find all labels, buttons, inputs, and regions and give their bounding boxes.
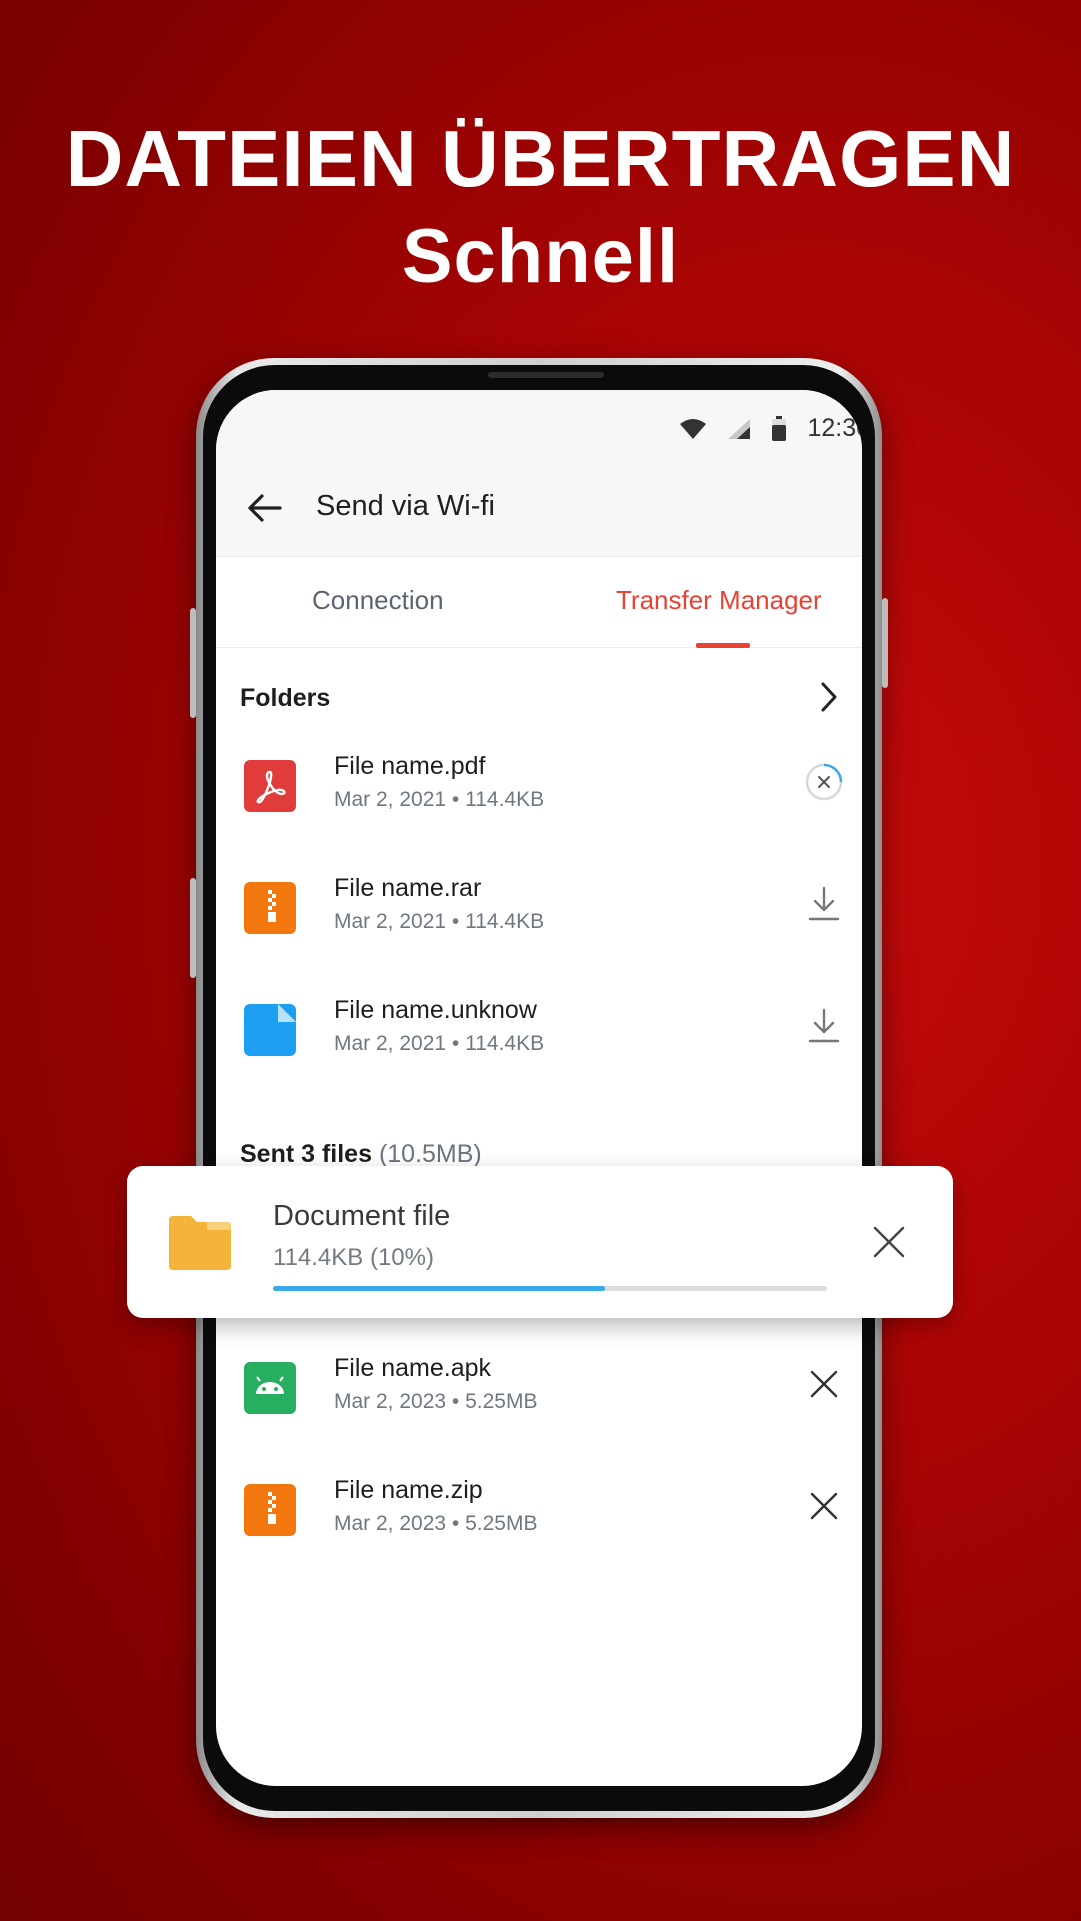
file-meta: Mar 2, 2023 • 5.25MB	[334, 1512, 538, 1535]
promo-headline: DATEIEN ÜBERTRAGEN Schnell	[0, 110, 1081, 306]
side-button	[882, 598, 888, 688]
app-bar: Send via Wi-fi	[216, 460, 862, 556]
transfer-progress-bar	[273, 1286, 827, 1291]
close-icon[interactable]	[804, 1364, 844, 1404]
download-icon[interactable]	[804, 884, 844, 924]
close-icon[interactable]	[804, 1486, 844, 1526]
phone-screen: 12:30 Send via Wi-fi Connection Transfer…	[216, 390, 862, 1786]
screen-title: Send via Wi-fi	[316, 490, 495, 522]
archive-icon	[244, 882, 296, 934]
android-icon	[244, 1362, 296, 1414]
sent-files-header: Sent 3 files (10.5MB)	[240, 1140, 482, 1169]
file-name: File name.unknow	[334, 996, 537, 1024]
active-tab-indicator	[696, 643, 750, 648]
file-meta: Mar 2, 2021 • 114.4KB	[334, 1032, 545, 1055]
transfer-progress-card[interactable]: Document file 114.4KB (10%)	[127, 1166, 953, 1318]
list-item[interactable]: File name.apk Mar 2, 2023 • 5.25MB	[216, 1354, 862, 1472]
status-time: 12:30	[807, 414, 862, 442]
file-name: File name.apk	[334, 1354, 492, 1382]
pdf-icon	[244, 760, 296, 812]
folder-icon	[169, 1216, 231, 1270]
file-meta: Mar 2, 2021 • 114.4KB	[334, 788, 545, 811]
tab-transfer-manager[interactable]: Transfer Manager	[616, 585, 822, 616]
chevron-right-icon[interactable]	[818, 680, 840, 714]
status-icons: 12:30	[679, 414, 862, 443]
archive-icon	[244, 1484, 296, 1536]
download-icon[interactable]	[804, 1006, 844, 1046]
close-icon[interactable]	[869, 1222, 909, 1262]
file-meta: Mar 2, 2021 • 114.4KB	[334, 910, 545, 933]
transfer-progress-fill	[273, 1286, 606, 1291]
power-button	[190, 878, 196, 978]
transfer-status: 114.4KB (10%)	[273, 1244, 434, 1271]
speaker-grille	[488, 372, 604, 378]
sent-files-label: Sent 3 files	[240, 1140, 372, 1168]
folders-label: Folders	[240, 684, 331, 712]
file-meta: Mar 2, 2023 • 5.25MB	[334, 1390, 538, 1413]
signal-icon	[728, 418, 751, 439]
list-item[interactable]: File name.zip Mar 2, 2023 • 5.25MB	[216, 1476, 862, 1594]
transfer-file-name: Document file	[273, 1200, 451, 1232]
headline-line-2: Schnell	[401, 214, 680, 299]
file-name: File name.zip	[334, 1476, 483, 1504]
cancel-progress-icon[interactable]	[804, 762, 844, 802]
tab-bar: Connection Transfer Manager	[216, 556, 862, 648]
wifi-icon	[680, 418, 707, 439]
battery-icon	[772, 415, 787, 441]
tab-connection[interactable]: Connection	[312, 585, 444, 616]
back-arrow-icon[interactable]	[244, 488, 284, 528]
unknown-file-icon	[244, 1004, 296, 1056]
phone-bezel: 12:30 Send via Wi-fi Connection Transfer…	[203, 365, 875, 1811]
sent-files-size: (10.5MB)	[378, 1140, 482, 1168]
volume-button	[190, 608, 196, 718]
list-item[interactable]: File name.pdf Mar 2, 2021 • 114.4KB	[216, 752, 862, 870]
folders-header[interactable]: Folders	[240, 684, 330, 713]
headline-line-1: DATEIEN ÜBERTRAGEN	[65, 114, 1016, 203]
phone-frame: 12:30 Send via Wi-fi Connection Transfer…	[190, 358, 888, 1818]
status-bar: 12:30	[216, 390, 862, 460]
file-name: File name.pdf	[334, 752, 486, 780]
list-item[interactable]: File name.rar Mar 2, 2021 • 114.4KB	[216, 874, 862, 992]
file-name: File name.rar	[334, 874, 482, 902]
list-item[interactable]: File name.unknow Mar 2, 2021 • 114.4KB	[216, 996, 862, 1114]
